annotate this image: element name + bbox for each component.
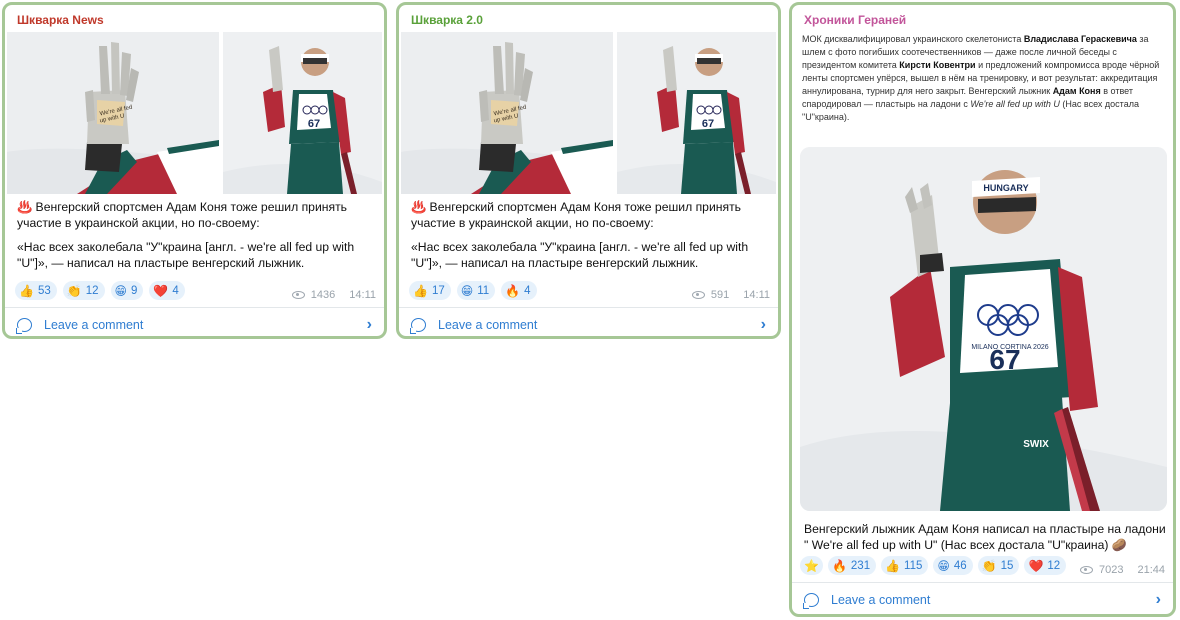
headband-text: HUNGARY [983, 183, 1028, 193]
grinning-face-icon: 😁 [114, 283, 128, 298]
post-time: 14:11 [349, 289, 376, 301]
reaction-count: 46 [953, 559, 967, 572]
bib-number: 67 [702, 118, 714, 130]
post-time: 21:44 [1137, 564, 1165, 576]
message-line-2: «Нас всех заколебала "У"краина [англ. - … [411, 240, 749, 270]
view-count: 591 [710, 289, 730, 301]
chevron-right-icon: › [1155, 590, 1161, 608]
post-card-khroniki-geranei: Хроники Гераней МОК дисквалифицировал ук… [789, 2, 1176, 617]
post-meta: 1436 14:11 [291, 289, 376, 301]
reaction-count: 53 [37, 284, 51, 297]
comment-bubble-icon [410, 317, 426, 334]
view-count: 1436 [310, 289, 336, 301]
chevron-right-icon: › [760, 315, 766, 333]
reaction-heart[interactable]: ❤️ 4 [149, 281, 185, 300]
clapping-hands-icon: 👏 [981, 558, 997, 573]
highlight-name: Адам Коня [1052, 86, 1101, 96]
channel-name[interactable]: Шкварка 2.0 [411, 13, 483, 27]
fire-icon: 🔥 [831, 558, 847, 573]
reaction-count: 12 [85, 284, 99, 297]
fire-icon: 🔥 [505, 283, 521, 298]
message-text: ♨️ Венгерский спортсмен Адам Коня тоже р… [17, 199, 377, 271]
photo-hand-closeup[interactable]: We're all fed up with U [7, 32, 219, 194]
reaction-count: 9 [131, 284, 138, 297]
post-meta: 591 14:11 [691, 289, 770, 301]
reactions-bar: ⭐ 🔥 231 👍 115 😁 46 👏 15 ❤️ 12 [800, 556, 1067, 575]
thumbs-up-icon: 👍 [885, 558, 901, 573]
photo-album[interactable]: We're all fed up with U 67 [7, 32, 382, 194]
channel-name[interactable]: Хроники Гераней [804, 13, 906, 27]
eye-icon [691, 291, 705, 299]
photo-skier[interactable]: 67 [223, 32, 382, 194]
reactions-bar: 👍 17 😁 11 🔥 4 [409, 281, 537, 300]
intro-part: МОК дисквалифицировал украинского скелет… [802, 34, 1024, 44]
channel-name[interactable]: Шкварка News [17, 13, 104, 27]
leave-comment-button[interactable]: Leave a comment › [399, 307, 778, 336]
photo-skier[interactable]: 67 [617, 32, 776, 194]
reaction-thumbs-up[interactable]: 👍 115 [881, 556, 929, 575]
eye-icon [1079, 566, 1093, 574]
clapping-hands-icon: 👏 [66, 283, 82, 298]
red-heart-icon: ❤️ [153, 283, 169, 298]
post-card-shkvarka-2: Шкварка 2.0 We're all fed up with U 67 ♨… [396, 2, 781, 339]
intro-text: МОК дисквалифицировал украинского скелет… [802, 33, 1167, 124]
comment-label: Leave a comment [438, 317, 538, 332]
comment-label: Leave a comment [44, 317, 144, 332]
comment-label: Leave a comment [831, 592, 931, 607]
highlight-quote: We're all fed up with U [970, 99, 1060, 109]
message-line-1: ♨️ Венгерский спортсмен Адам Коня тоже р… [17, 200, 348, 230]
post-time: 14:11 [743, 289, 770, 301]
reaction-grinning[interactable]: 😁 11 [456, 281, 496, 300]
leave-comment-button[interactable]: Leave a comment › [5, 307, 384, 336]
thumbs-up-icon: 👍 [413, 283, 428, 298]
reaction-fire[interactable]: 🔥 231 [827, 556, 877, 575]
post-meta: 7023 21:44 [1079, 564, 1165, 576]
post-card-shkvarka-news: Шкварка News We're all fed up with U 67 … [2, 2, 387, 339]
reaction-thumbs-up[interactable]: 👍 53 [15, 281, 57, 300]
message-line-2: «Нас всех заколебала "У"краина [англ. - … [17, 240, 355, 270]
reaction-grinning[interactable]: 😁 9 [110, 281, 144, 300]
red-heart-icon: ❤️ [1028, 558, 1044, 573]
highlight-name: Кирсти Ковентри [899, 60, 976, 70]
reaction-heart[interactable]: ❤️ 12 [1024, 556, 1067, 575]
comment-bubble-icon [16, 317, 32, 334]
bib-number: 67 [308, 118, 320, 130]
eye-icon [291, 291, 305, 299]
thumbs-up-icon: 👍 [19, 283, 34, 298]
reaction-thumbs-up[interactable]: 👍 17 [409, 281, 451, 300]
view-count: 7023 [1098, 564, 1124, 576]
reactions-bar: 👍 53 👏 12 😁 9 ❤️ 4 [15, 281, 185, 300]
grinning-face-icon: 😁 [460, 283, 474, 298]
highlight-name: Владислава Гераскевича [1023, 34, 1137, 44]
reaction-count: 4 [524, 284, 531, 297]
leave-comment-button[interactable]: Leave a comment › [792, 582, 1173, 614]
photo-skier-large[interactable]: HUNGARY MILANO CORTINA 2026 67 SWIX [800, 147, 1167, 511]
reaction-count: 115 [904, 559, 923, 572]
reaction-clapping[interactable]: 👏 12 [62, 281, 105, 300]
ski-brand-text: SWIX [1023, 439, 1049, 450]
message-text: ♨️ Венгерский спортсмен Адам Коня тоже р… [411, 199, 771, 271]
message-line-1: ♨️ Венгерский спортсмен Адам Коня тоже р… [411, 200, 742, 230]
reaction-count: 15 [1000, 559, 1014, 572]
reaction-count: 231 [850, 559, 871, 572]
reaction-count: 12 [1047, 559, 1061, 572]
photo-hand-closeup[interactable]: We're all fed up with U [401, 32, 613, 194]
comment-bubble-icon [803, 592, 819, 609]
reaction-star[interactable]: ⭐ [800, 556, 823, 575]
grinning-face-icon: 😁 [937, 558, 950, 573]
reaction-count: 17 [431, 284, 445, 297]
photo-album[interactable]: We're all fed up with U 67 [401, 32, 776, 194]
message-text: Венгерский лыжник Адам Коня написал на п… [804, 522, 1166, 552]
bib-number: 67 [989, 344, 1020, 375]
star-icon: ⭐ [804, 558, 819, 573]
reaction-count: 4 [172, 284, 179, 297]
reaction-grinning[interactable]: 😁 46 [933, 556, 973, 575]
reaction-clapping[interactable]: 👏 15 [977, 556, 1020, 575]
reaction-fire[interactable]: 🔥 4 [501, 281, 537, 300]
reaction-count: 11 [477, 284, 490, 297]
chevron-right-icon: › [366, 315, 372, 333]
